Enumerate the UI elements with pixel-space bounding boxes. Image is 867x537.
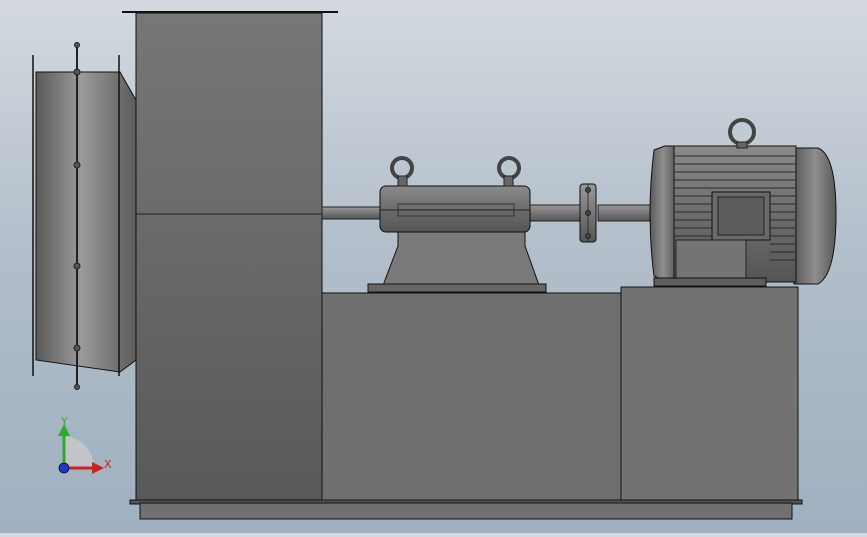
y-axis-label: Y: [61, 415, 68, 428]
x-axis-label: X: [104, 458, 112, 471]
bearing-pedestal[interactable]: [367, 156, 547, 293]
z-axis-dot: [58, 462, 70, 474]
base-frame[interactable]: [129, 499, 803, 520]
x-axis-arrowhead: [92, 462, 104, 474]
fan-scroll-housing[interactable]: [122, 11, 338, 501]
cad-viewport[interactable]: Y X: [0, 0, 867, 533]
fan-inlet-flange[interactable]: [32, 42, 137, 390]
pedestal-base-block[interactable]: [321, 292, 623, 501]
coordinate-triad: Y X: [52, 412, 122, 482]
coupling[interactable]: [579, 183, 597, 243]
motor-base[interactable]: [620, 286, 799, 501]
triad-plane: [64, 436, 95, 468]
electric-motor[interactable]: [649, 118, 837, 287]
model-drawing[interactable]: [0, 0, 867, 533]
